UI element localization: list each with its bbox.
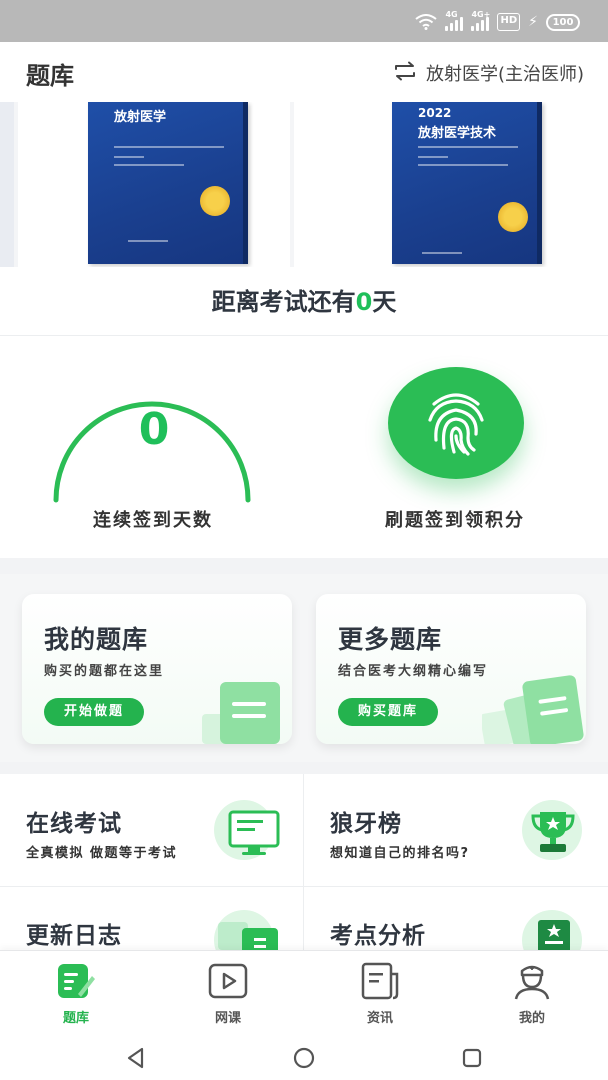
checkin-circle xyxy=(388,367,524,479)
banner-slide-2[interactable]: 2022 放射医学技术 xyxy=(294,102,608,267)
nav-tab-question-bank[interactable]: 题库 xyxy=(26,961,126,1031)
news-icon xyxy=(358,961,402,1001)
papers-icon xyxy=(482,675,584,744)
book-year-2: 2022 xyxy=(418,106,452,120)
subject-switcher[interactable]: 放射医学(主治医师) xyxy=(392,60,584,86)
play-video-icon xyxy=(206,961,250,1001)
streak-days-label: 连续签到天数 xyxy=(93,510,213,531)
banner-slide-1[interactable]: 放射医学 xyxy=(18,102,290,267)
my-bank-title: 我的题库 xyxy=(44,625,149,654)
ranking-subtitle: 想知道自己的排名吗? xyxy=(330,846,470,861)
fingerprint-icon xyxy=(428,393,484,456)
hd-voice-icon: HD xyxy=(497,13,521,31)
bank-cards: 我的题库 购买的题都在这里 开始做题 更多题库 结合医考大纲精心编写 购买题库 xyxy=(0,574,608,762)
nav-label-profile: 我的 xyxy=(518,1011,545,1026)
document-icon xyxy=(214,910,278,950)
nav-tab-courses[interactable]: 网课 xyxy=(178,961,278,1031)
banner-edge-left xyxy=(0,102,14,267)
page-title: 题库 xyxy=(26,62,74,90)
report-icon xyxy=(522,910,582,950)
wifi-icon xyxy=(415,14,438,30)
start-practice-button[interactable]: 开始做题 xyxy=(44,698,144,726)
nav-label-question-bank: 题库 xyxy=(62,1011,89,1026)
network-type-2: 4G+ xyxy=(471,10,491,19)
checkin-label: 刷题签到领积分 xyxy=(385,510,525,531)
exam-countdown: 距离考试还有0天 xyxy=(0,282,608,317)
countdown-suffix: 天 xyxy=(372,288,397,316)
update-log-title: 更新日志 xyxy=(26,923,122,949)
ranking-tile[interactable]: 狼牙榜 想知道自己的排名吗? xyxy=(304,774,607,886)
book-seal-2 xyxy=(498,202,528,232)
exam-analysis-tile[interactable]: 考点分析 xyxy=(304,886,607,950)
nav-label-courses: 网课 xyxy=(214,1011,241,1026)
status-bar: 4G 4G+ HD ⚡ 100 xyxy=(0,0,608,42)
trophy-icon xyxy=(522,800,582,860)
subject-name: 放射医学(主治医师) xyxy=(425,64,584,85)
book-banner[interactable]: 放射医学 2022 放射医学技术 xyxy=(0,102,608,267)
buy-bank-button[interactable]: 购买题库 xyxy=(338,698,438,726)
more-bank-card[interactable]: 更多题库 结合医考大纲精心编写 购买题库 xyxy=(316,594,586,744)
nav-label-news: 资讯 xyxy=(366,1011,393,1026)
status-icons: 4G 4G+ HD ⚡ 100 xyxy=(415,10,580,32)
exam-analysis-title: 考点分析 xyxy=(330,923,426,949)
section-gap-2 xyxy=(0,762,608,774)
switch-icon xyxy=(392,61,418,86)
signal-icon-1: 4G xyxy=(445,10,464,31)
book-title-1: 放射医学 xyxy=(114,110,167,125)
my-bank-subtitle: 购买的题都在这里 xyxy=(44,664,165,679)
recents-icon[interactable] xyxy=(460,1046,484,1070)
online-exam-tile[interactable]: 在线考试 全真模拟 做题等于考试 xyxy=(0,774,303,886)
countdown-days: 0 xyxy=(355,288,373,316)
monitor-icon xyxy=(214,800,280,860)
nav-tab-profile[interactable]: 我的 xyxy=(482,961,582,1031)
ranking-title: 狼牙榜 xyxy=(330,811,402,837)
nav-tab-news[interactable]: 资讯 xyxy=(330,961,430,1031)
network-type-1: 4G xyxy=(445,10,458,19)
book-cover-2: 2022 放射医学技术 xyxy=(392,102,542,264)
grid-divider-vertical xyxy=(303,774,304,950)
more-bank-title: 更多题库 xyxy=(338,625,443,654)
question-bank-icon xyxy=(54,961,98,1001)
more-bank-subtitle: 结合医考大纲精心编写 xyxy=(338,664,489,679)
bottom-nav: 题库 网课 资讯 我的 xyxy=(0,950,608,1032)
home-icon[interactable] xyxy=(292,1046,316,1070)
book-title-2: 放射医学技术 xyxy=(418,126,497,141)
battery-icon: 100 xyxy=(546,13,580,31)
app-header: 题库 放射医学(主治医师) xyxy=(0,42,608,102)
book-cover-1: 放射医学 xyxy=(88,102,248,264)
streak-days-count: 0 xyxy=(138,404,170,455)
charging-icon: ⚡ xyxy=(528,14,538,30)
grid-divider-horizontal xyxy=(0,886,608,887)
section-gap xyxy=(0,558,608,574)
notes-icon xyxy=(202,682,280,744)
profile-icon xyxy=(510,961,554,1001)
book-seal-1 xyxy=(200,186,230,216)
checkin-button[interactable] xyxy=(388,367,524,479)
online-exam-subtitle: 全真模拟 做题等于考试 xyxy=(26,846,178,861)
system-navigation-bar xyxy=(0,1032,608,1080)
signal-icon-2: 4G+ xyxy=(471,10,491,31)
online-exam-title: 在线考试 xyxy=(26,811,122,837)
update-log-tile[interactable]: 更新日志 xyxy=(0,886,303,950)
my-bank-card[interactable]: 我的题库 购买的题都在这里 开始做题 xyxy=(22,594,292,744)
back-icon[interactable] xyxy=(124,1046,148,1070)
countdown-prefix: 距离考试还有 xyxy=(211,288,356,316)
